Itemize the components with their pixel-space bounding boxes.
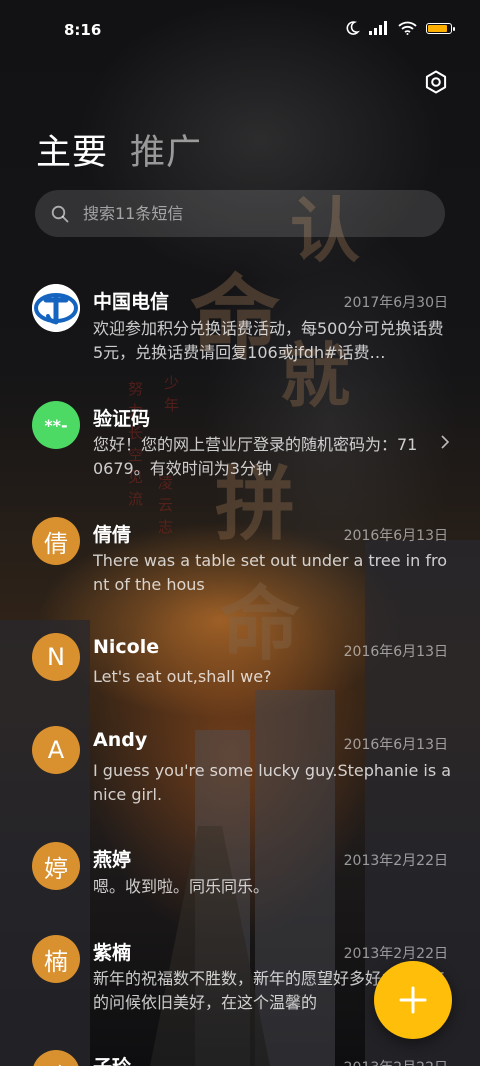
- conversation-name: 中国电信: [93, 291, 170, 313]
- avatar: 倩: [32, 517, 80, 565]
- conversation-preview: 欢迎参加积分兑换话费活动，每500分可兑换话费5元，兑换话费请回复106或jfd…: [93, 319, 444, 362]
- china-telecom-logo: [32, 284, 80, 332]
- conversation-preview: 您好！您的网上营业厅登录的随机密码为：710679。有效时间为3分钟: [93, 435, 418, 478]
- chevron-right-icon[interactable]: [440, 434, 450, 450]
- conversation-list: 中国电信 2017年6月30日 欢迎参加积分兑换话费活动，每500分可兑换话费5…: [0, 0, 480, 1066]
- conversation-date: 2016年6月13日: [343, 644, 448, 660]
- conversation-name: 验证码: [93, 408, 151, 430]
- conversation-preview: There was a table set out under a tree i…: [93, 551, 447, 594]
- conversation-date: 2013年2月22日: [343, 946, 448, 962]
- avatar: A: [32, 726, 80, 774]
- new-message-button[interactable]: [374, 961, 452, 1039]
- conversation-date: 2013年2月22日: [344, 1057, 448, 1066]
- plus-icon: [399, 986, 427, 1014]
- avatar: 玲: [32, 1050, 80, 1066]
- conversation-preview: 嗯。收到啦。同乐同乐。: [93, 877, 270, 896]
- conversation-preview: Let's eat out,shall we?: [93, 667, 272, 686]
- conversation-name: 子玲: [93, 1052, 131, 1066]
- conversation-name: 倩倩: [93, 524, 132, 546]
- conversation-date: 2013年2月22日: [343, 853, 448, 869]
- conversation-name: 燕婷: [93, 849, 132, 871]
- conversation-name: 紫楠: [93, 942, 132, 964]
- conversation-date: 2016年6月13日: [343, 528, 448, 544]
- conversation-date: 2017年6月30日: [343, 295, 448, 311]
- conversation-date: 2016年6月13日: [343, 737, 448, 753]
- conversation-preview: I guess you're some lucky guy.Stephanie …: [93, 761, 452, 804]
- avatar: **-: [32, 401, 80, 449]
- avatar: 楠: [32, 935, 80, 983]
- avatar: 婷: [32, 842, 80, 890]
- conversation-name: Nicole: [93, 636, 160, 658]
- conversation-name: Andy: [93, 729, 148, 751]
- avatar: N: [32, 633, 80, 681]
